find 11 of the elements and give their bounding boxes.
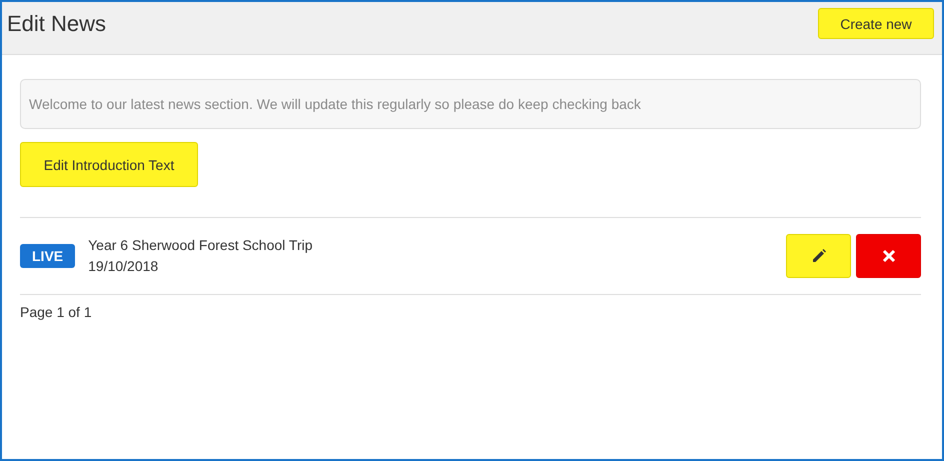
create-new-button[interactable]: Create new — [818, 8, 934, 39]
pagination-text: Page 1 of 1 — [20, 304, 93, 320]
status-badge: LIVE — [20, 244, 76, 268]
delete-button[interactable] — [856, 234, 921, 278]
close-icon — [882, 249, 896, 263]
pencil-icon — [810, 248, 826, 264]
page-title: Edit News — [7, 11, 106, 37]
news-title: Year 6 Sherwood Forest School Trip — [88, 236, 314, 255]
intro-text: Welcome to our latest news section. We will update this regularly so please do keep checking back — [20, 79, 921, 129]
edit-intro-button[interactable]: Edit Introduction Text — [20, 142, 198, 187]
news-date: 19/10/2018 — [88, 257, 160, 276]
